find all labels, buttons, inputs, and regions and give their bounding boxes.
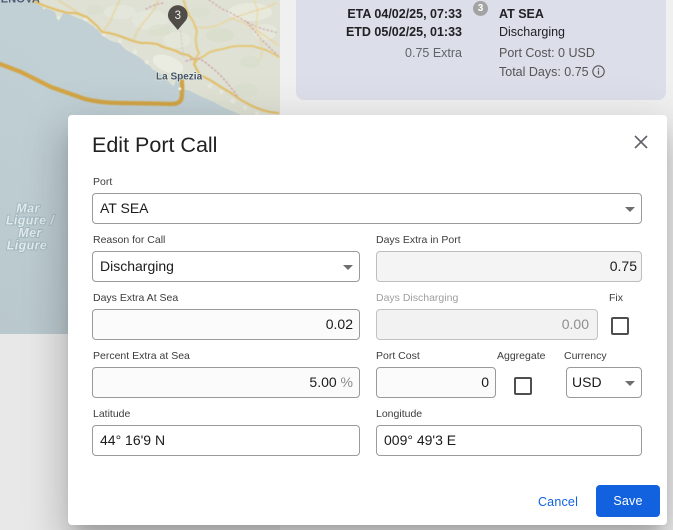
svg-text:La Spezia: La Spezia — [156, 72, 203, 83]
svg-text:Ligure: Ligure — [7, 239, 48, 253]
svg-text:GENOVA: GENOVA — [0, 0, 40, 6]
svg-text:3: 3 — [175, 10, 181, 22]
